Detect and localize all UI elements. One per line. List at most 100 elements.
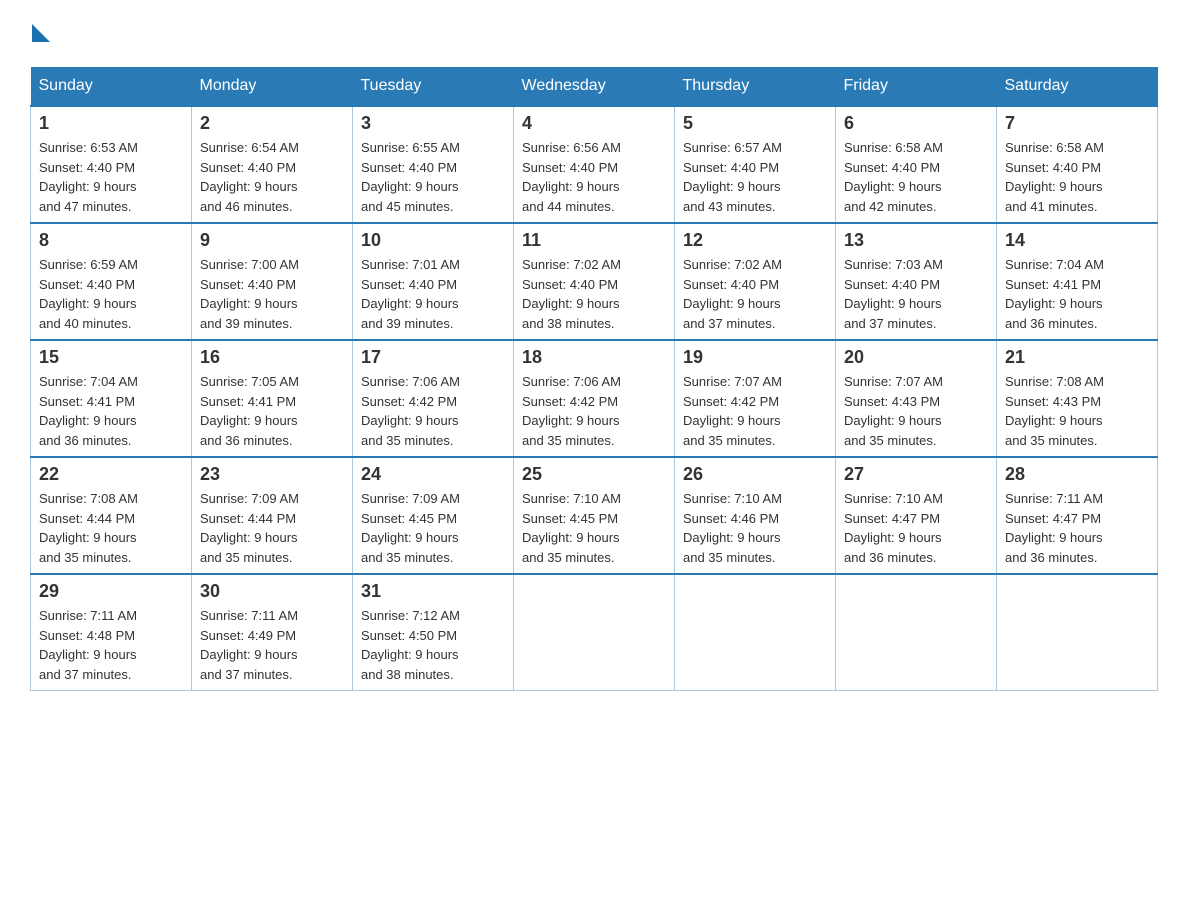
weekday-header-sunday: Sunday: [31, 67, 192, 106]
day-info: Sunrise: 7:07 AM Sunset: 4:42 PM Dayligh…: [683, 372, 827, 450]
day-info: Sunrise: 7:05 AM Sunset: 4:41 PM Dayligh…: [200, 372, 344, 450]
day-info: Sunrise: 7:01 AM Sunset: 4:40 PM Dayligh…: [361, 255, 505, 333]
calendar-cell: [514, 574, 675, 691]
calendar-cell: 31 Sunrise: 7:12 AM Sunset: 4:50 PM Dayl…: [353, 574, 514, 691]
calendar-cell: 7 Sunrise: 6:58 AM Sunset: 4:40 PM Dayli…: [997, 106, 1158, 223]
calendar-table: SundayMondayTuesdayWednesdayThursdayFrid…: [30, 67, 1158, 691]
calendar-cell: 21 Sunrise: 7:08 AM Sunset: 4:43 PM Dayl…: [997, 340, 1158, 457]
day-info: Sunrise: 6:57 AM Sunset: 4:40 PM Dayligh…: [683, 138, 827, 216]
calendar-cell: 3 Sunrise: 6:55 AM Sunset: 4:40 PM Dayli…: [353, 106, 514, 223]
calendar-cell: 22 Sunrise: 7:08 AM Sunset: 4:44 PM Dayl…: [31, 457, 192, 574]
day-info: Sunrise: 7:11 AM Sunset: 4:48 PM Dayligh…: [39, 606, 183, 684]
calendar-cell: 26 Sunrise: 7:10 AM Sunset: 4:46 PM Dayl…: [675, 457, 836, 574]
calendar-cell: 30 Sunrise: 7:11 AM Sunset: 4:49 PM Dayl…: [192, 574, 353, 691]
day-number: 18: [522, 347, 666, 368]
day-number: 12: [683, 230, 827, 251]
week-row-3: 15 Sunrise: 7:04 AM Sunset: 4:41 PM Dayl…: [31, 340, 1158, 457]
weekday-header-friday: Friday: [836, 67, 997, 106]
calendar-cell: 13 Sunrise: 7:03 AM Sunset: 4:40 PM Dayl…: [836, 223, 997, 340]
day-info: Sunrise: 7:06 AM Sunset: 4:42 PM Dayligh…: [361, 372, 505, 450]
calendar-cell: 1 Sunrise: 6:53 AM Sunset: 4:40 PM Dayli…: [31, 106, 192, 223]
calendar-cell: [675, 574, 836, 691]
weekday-header-saturday: Saturday: [997, 67, 1158, 106]
calendar-cell: 23 Sunrise: 7:09 AM Sunset: 4:44 PM Dayl…: [192, 457, 353, 574]
calendar-cell: 4 Sunrise: 6:56 AM Sunset: 4:40 PM Dayli…: [514, 106, 675, 223]
day-number: 28: [1005, 464, 1149, 485]
calendar-cell: 19 Sunrise: 7:07 AM Sunset: 4:42 PM Dayl…: [675, 340, 836, 457]
day-number: 17: [361, 347, 505, 368]
day-number: 13: [844, 230, 988, 251]
week-row-2: 8 Sunrise: 6:59 AM Sunset: 4:40 PM Dayli…: [31, 223, 1158, 340]
day-info: Sunrise: 7:04 AM Sunset: 4:41 PM Dayligh…: [1005, 255, 1149, 333]
calendar-cell: [997, 574, 1158, 691]
day-info: Sunrise: 7:10 AM Sunset: 4:47 PM Dayligh…: [844, 489, 988, 567]
day-info: Sunrise: 7:10 AM Sunset: 4:46 PM Dayligh…: [683, 489, 827, 567]
day-info: Sunrise: 6:59 AM Sunset: 4:40 PM Dayligh…: [39, 255, 183, 333]
day-number: 14: [1005, 230, 1149, 251]
weekday-header-row: SundayMondayTuesdayWednesdayThursdayFrid…: [31, 67, 1158, 106]
day-number: 22: [39, 464, 183, 485]
calendar-cell: 10 Sunrise: 7:01 AM Sunset: 4:40 PM Dayl…: [353, 223, 514, 340]
calendar-cell: 29 Sunrise: 7:11 AM Sunset: 4:48 PM Dayl…: [31, 574, 192, 691]
day-info: Sunrise: 7:11 AM Sunset: 4:47 PM Dayligh…: [1005, 489, 1149, 567]
calendar-cell: 25 Sunrise: 7:10 AM Sunset: 4:45 PM Dayl…: [514, 457, 675, 574]
day-number: 10: [361, 230, 505, 251]
weekday-header-wednesday: Wednesday: [514, 67, 675, 106]
calendar-cell: 15 Sunrise: 7:04 AM Sunset: 4:41 PM Dayl…: [31, 340, 192, 457]
day-number: 7: [1005, 113, 1149, 134]
day-number: 4: [522, 113, 666, 134]
day-number: 19: [683, 347, 827, 368]
calendar-cell: 14 Sunrise: 7:04 AM Sunset: 4:41 PM Dayl…: [997, 223, 1158, 340]
logo: [30, 20, 50, 47]
day-number: 21: [1005, 347, 1149, 368]
day-info: Sunrise: 7:00 AM Sunset: 4:40 PM Dayligh…: [200, 255, 344, 333]
day-info: Sunrise: 6:55 AM Sunset: 4:40 PM Dayligh…: [361, 138, 505, 216]
day-info: Sunrise: 7:08 AM Sunset: 4:43 PM Dayligh…: [1005, 372, 1149, 450]
day-info: Sunrise: 7:12 AM Sunset: 4:50 PM Dayligh…: [361, 606, 505, 684]
day-number: 8: [39, 230, 183, 251]
calendar-cell: [836, 574, 997, 691]
weekday-header-tuesday: Tuesday: [353, 67, 514, 106]
week-row-1: 1 Sunrise: 6:53 AM Sunset: 4:40 PM Dayli…: [31, 106, 1158, 223]
week-row-5: 29 Sunrise: 7:11 AM Sunset: 4:48 PM Dayl…: [31, 574, 1158, 691]
day-info: Sunrise: 7:06 AM Sunset: 4:42 PM Dayligh…: [522, 372, 666, 450]
calendar-cell: 27 Sunrise: 7:10 AM Sunset: 4:47 PM Dayl…: [836, 457, 997, 574]
day-number: 15: [39, 347, 183, 368]
day-info: Sunrise: 6:58 AM Sunset: 4:40 PM Dayligh…: [1005, 138, 1149, 216]
calendar-cell: 9 Sunrise: 7:00 AM Sunset: 4:40 PM Dayli…: [192, 223, 353, 340]
day-number: 9: [200, 230, 344, 251]
day-info: Sunrise: 7:08 AM Sunset: 4:44 PM Dayligh…: [39, 489, 183, 567]
calendar-cell: 20 Sunrise: 7:07 AM Sunset: 4:43 PM Dayl…: [836, 340, 997, 457]
calendar-cell: 28 Sunrise: 7:11 AM Sunset: 4:47 PM Dayl…: [997, 457, 1158, 574]
weekday-header-thursday: Thursday: [675, 67, 836, 106]
logo-triangle-icon: [32, 20, 50, 42]
day-info: Sunrise: 7:09 AM Sunset: 4:44 PM Dayligh…: [200, 489, 344, 567]
day-info: Sunrise: 6:56 AM Sunset: 4:40 PM Dayligh…: [522, 138, 666, 216]
day-number: 25: [522, 464, 666, 485]
day-number: 23: [200, 464, 344, 485]
day-info: Sunrise: 7:09 AM Sunset: 4:45 PM Dayligh…: [361, 489, 505, 567]
day-number: 1: [39, 113, 183, 134]
day-number: 29: [39, 581, 183, 602]
calendar-cell: 17 Sunrise: 7:06 AM Sunset: 4:42 PM Dayl…: [353, 340, 514, 457]
day-info: Sunrise: 7:02 AM Sunset: 4:40 PM Dayligh…: [683, 255, 827, 333]
day-number: 26: [683, 464, 827, 485]
day-number: 3: [361, 113, 505, 134]
day-number: 5: [683, 113, 827, 134]
calendar-cell: 6 Sunrise: 6:58 AM Sunset: 4:40 PM Dayli…: [836, 106, 997, 223]
day-number: 11: [522, 230, 666, 251]
day-info: Sunrise: 6:58 AM Sunset: 4:40 PM Dayligh…: [844, 138, 988, 216]
day-number: 30: [200, 581, 344, 602]
calendar-cell: 11 Sunrise: 7:02 AM Sunset: 4:40 PM Dayl…: [514, 223, 675, 340]
day-number: 20: [844, 347, 988, 368]
calendar-cell: 12 Sunrise: 7:02 AM Sunset: 4:40 PM Dayl…: [675, 223, 836, 340]
calendar-cell: 18 Sunrise: 7:06 AM Sunset: 4:42 PM Dayl…: [514, 340, 675, 457]
day-info: Sunrise: 7:03 AM Sunset: 4:40 PM Dayligh…: [844, 255, 988, 333]
day-info: Sunrise: 6:54 AM Sunset: 4:40 PM Dayligh…: [200, 138, 344, 216]
week-row-4: 22 Sunrise: 7:08 AM Sunset: 4:44 PM Dayl…: [31, 457, 1158, 574]
calendar-cell: 2 Sunrise: 6:54 AM Sunset: 4:40 PM Dayli…: [192, 106, 353, 223]
day-number: 24: [361, 464, 505, 485]
calendar-cell: 24 Sunrise: 7:09 AM Sunset: 4:45 PM Dayl…: [353, 457, 514, 574]
calendar-cell: 8 Sunrise: 6:59 AM Sunset: 4:40 PM Dayli…: [31, 223, 192, 340]
day-number: 27: [844, 464, 988, 485]
